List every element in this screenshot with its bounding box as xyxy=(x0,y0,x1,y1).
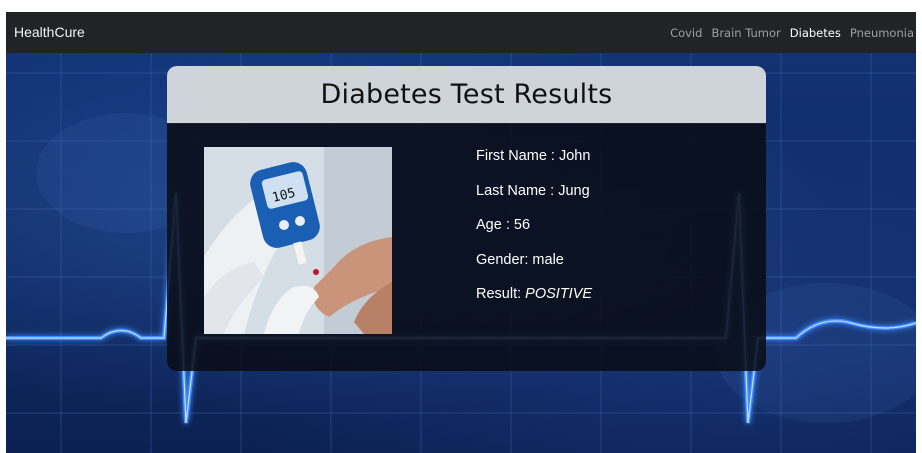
result-value: POSITIVE xyxy=(525,286,593,302)
brand-logo[interactable]: HealthCure xyxy=(14,12,85,53)
patient-info: First Name : John Last Name : Jung Age :… xyxy=(476,147,592,320)
navbar: HealthCure Covid Brain Tumor Diabetes Pn… xyxy=(6,12,916,53)
result-label: Result: xyxy=(476,286,526,302)
gender-text: Gender: male xyxy=(476,251,564,268)
age-text: Age : 56 xyxy=(476,217,531,233)
page-title: Diabetes Test Results xyxy=(320,79,613,110)
last-name-text: Last Name : Jung xyxy=(476,182,590,199)
glucose-test-image: 105 xyxy=(204,147,392,334)
app-window: HealthCure Covid Brain Tumor Diabetes Pn… xyxy=(6,12,916,453)
card-body: 105 First Name : John Last Name : Jung A… xyxy=(167,123,766,371)
nav-link-covid[interactable]: Covid xyxy=(670,26,702,40)
nav-link-diabetes[interactable]: Diabetes xyxy=(790,26,841,40)
card-header: Diabetes Test Results xyxy=(167,66,766,124)
nav-link-brain-tumor[interactable]: Brain Tumor xyxy=(711,26,780,40)
result-line: Result: POSITIVE xyxy=(476,285,592,320)
nav-links: Covid Brain Tumor Diabetes Pneumonia xyxy=(661,12,914,53)
results-card: Diabetes Test Results 105 First Name: J… xyxy=(167,66,766,371)
nav-link-pneumonia[interactable]: Pneumonia xyxy=(850,26,914,40)
glucometer-illustration: 105 xyxy=(204,147,392,334)
first-name-text: First Name : John xyxy=(476,148,591,164)
